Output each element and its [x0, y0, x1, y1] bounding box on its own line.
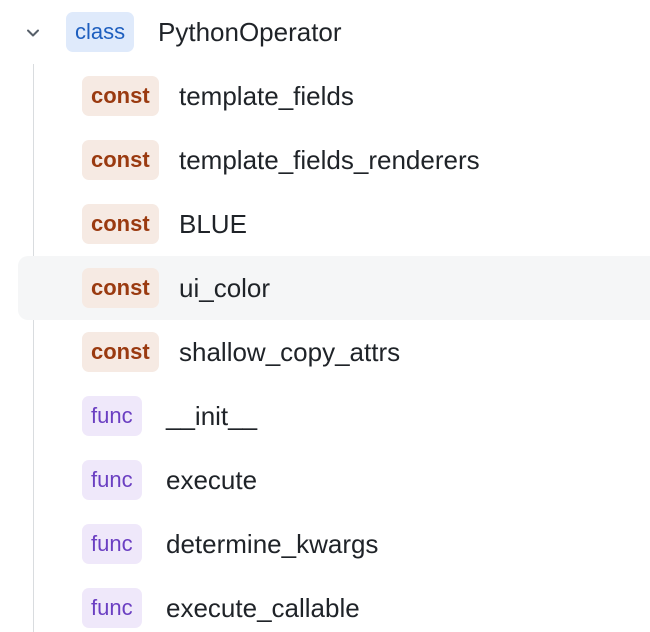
tree-node-class[interactable]: class PythonOperator [0, 0, 650, 64]
tree-node-const[interactable]: const BLUE [18, 192, 650, 256]
member-name: template_fields [179, 81, 354, 111]
const-kind-badge: const [82, 76, 159, 116]
member-name: execute [166, 465, 258, 495]
func-kind-badge: func [82, 588, 142, 628]
const-kind-badge: const [82, 140, 159, 180]
member-name: determine_kwargs [166, 529, 379, 559]
tree-node-const[interactable]: const ui_color [18, 256, 650, 320]
tree-node-func[interactable]: func __init__ [18, 384, 650, 448]
tree-node-const[interactable]: const shallow_copy_attrs [18, 320, 650, 384]
class-kind-badge: class [66, 12, 135, 52]
func-kind-badge: func [82, 460, 142, 500]
member-name: ui_color [179, 273, 271, 303]
tree-node-const[interactable]: const template_fields_renderers [18, 128, 650, 192]
member-name: __init__ [166, 401, 258, 431]
tree-node-const[interactable]: const template_fields [18, 64, 650, 128]
class-name: PythonOperator [158, 17, 342, 47]
const-kind-badge: const [82, 204, 159, 244]
const-kind-badge: const [82, 268, 159, 308]
member-name: template_fields_renderers [179, 145, 480, 175]
tree-node-func[interactable]: func execute_callable [18, 576, 650, 632]
chevron-down-icon[interactable] [24, 24, 42, 42]
member-name: shallow_copy_attrs [179, 337, 401, 367]
func-kind-badge: func [82, 396, 142, 436]
func-kind-badge: func [82, 524, 142, 564]
tree-node-func[interactable]: func execute [18, 448, 650, 512]
tree-node-func[interactable]: func determine_kwargs [18, 512, 650, 576]
const-kind-badge: const [82, 332, 159, 372]
member-name: execute_callable [166, 593, 360, 623]
symbol-outline-tree: class PythonOperator const template_field… [0, 0, 650, 632]
member-name: BLUE [179, 209, 247, 239]
